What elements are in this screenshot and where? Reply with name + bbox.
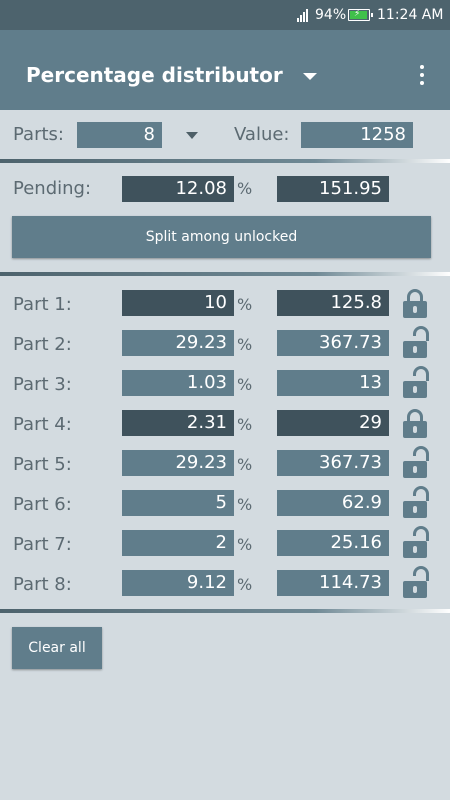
part-percent-input[interactable]: 1.03: [122, 370, 234, 396]
unlock-icon[interactable]: [402, 326, 429, 359]
part-label: Part 3:: [13, 374, 72, 395]
status-time: 11:24 AM: [377, 7, 444, 23]
signal-icon: [297, 9, 311, 22]
percent-symbol: %: [237, 179, 253, 198]
part-amount-input[interactable]: 367.73: [277, 330, 389, 356]
part-label: Part 6:: [13, 494, 72, 515]
part-percent-input[interactable]: 9.12: [122, 570, 234, 596]
part-percent-input[interactable]: 10: [122, 290, 234, 316]
lock-icon[interactable]: [402, 289, 428, 319]
chevron-down-icon[interactable]: [303, 73, 317, 80]
pending-percent: 12.08: [122, 176, 234, 202]
percent-symbol: %: [237, 335, 253, 354]
part-amount-input[interactable]: 114.73: [277, 570, 389, 596]
pending-label: Pending:: [13, 178, 92, 199]
divider: [0, 159, 450, 163]
part-label: Part 2:: [13, 334, 72, 355]
lock-icon[interactable]: [402, 409, 428, 439]
percent-symbol: %: [237, 415, 253, 434]
divider: [0, 272, 450, 276]
part-percent-input[interactable]: 29.23: [122, 330, 234, 356]
part-amount-input[interactable]: 13: [277, 370, 389, 396]
percent-symbol: %: [237, 455, 253, 474]
app-title[interactable]: Percentage distributor: [26, 63, 283, 87]
part-label: Part 8:: [13, 574, 72, 595]
part-percent-input[interactable]: 29.23: [122, 450, 234, 476]
app-bar: Percentage distributor: [0, 30, 450, 110]
unlock-icon[interactable]: [402, 366, 429, 399]
percent-symbol: %: [237, 375, 253, 394]
part-amount-input[interactable]: 62.9: [277, 490, 389, 516]
part-amount-input[interactable]: 25.16: [277, 530, 389, 556]
part-percent-input[interactable]: 2: [122, 530, 234, 556]
value-input[interactable]: 1258: [301, 122, 413, 148]
unlock-icon[interactable]: [402, 566, 429, 599]
part-label: Part 4:: [13, 414, 72, 435]
percent-symbol: %: [237, 575, 253, 594]
value-label: Value:: [234, 124, 290, 145]
part-label: Part 7:: [13, 534, 72, 555]
parts-label: Parts:: [13, 124, 64, 145]
unlock-icon[interactable]: [402, 526, 429, 559]
part-label: Part 5:: [13, 454, 72, 475]
part-amount-input[interactable]: 29: [277, 410, 389, 436]
parts-select[interactable]: 8: [77, 122, 162, 148]
unlock-icon[interactable]: [402, 486, 429, 519]
percent-symbol: %: [237, 295, 253, 314]
pending-amount: 151.95: [277, 176, 389, 202]
battery-icon: ⚡: [348, 9, 373, 21]
part-percent-input[interactable]: 2.31: [122, 410, 234, 436]
chevron-down-icon[interactable]: [186, 132, 198, 139]
percent-symbol: %: [237, 535, 253, 554]
divider: [0, 609, 450, 613]
status-bar: 94% ⚡ 11:24 AM: [0, 0, 450, 30]
split-among-unlocked-button[interactable]: Split among unlocked: [12, 216, 431, 258]
part-amount-input[interactable]: 125.8: [277, 290, 389, 316]
unlock-icon[interactable]: [402, 446, 429, 479]
battery-percent: 94%: [315, 7, 347, 23]
part-percent-input[interactable]: 5: [122, 490, 234, 516]
part-amount-input[interactable]: 367.73: [277, 450, 389, 476]
percent-symbol: %: [237, 495, 253, 514]
part-label: Part 1:: [13, 294, 72, 315]
clear-all-button[interactable]: Clear all: [12, 627, 102, 669]
more-vert-icon[interactable]: [414, 63, 430, 87]
